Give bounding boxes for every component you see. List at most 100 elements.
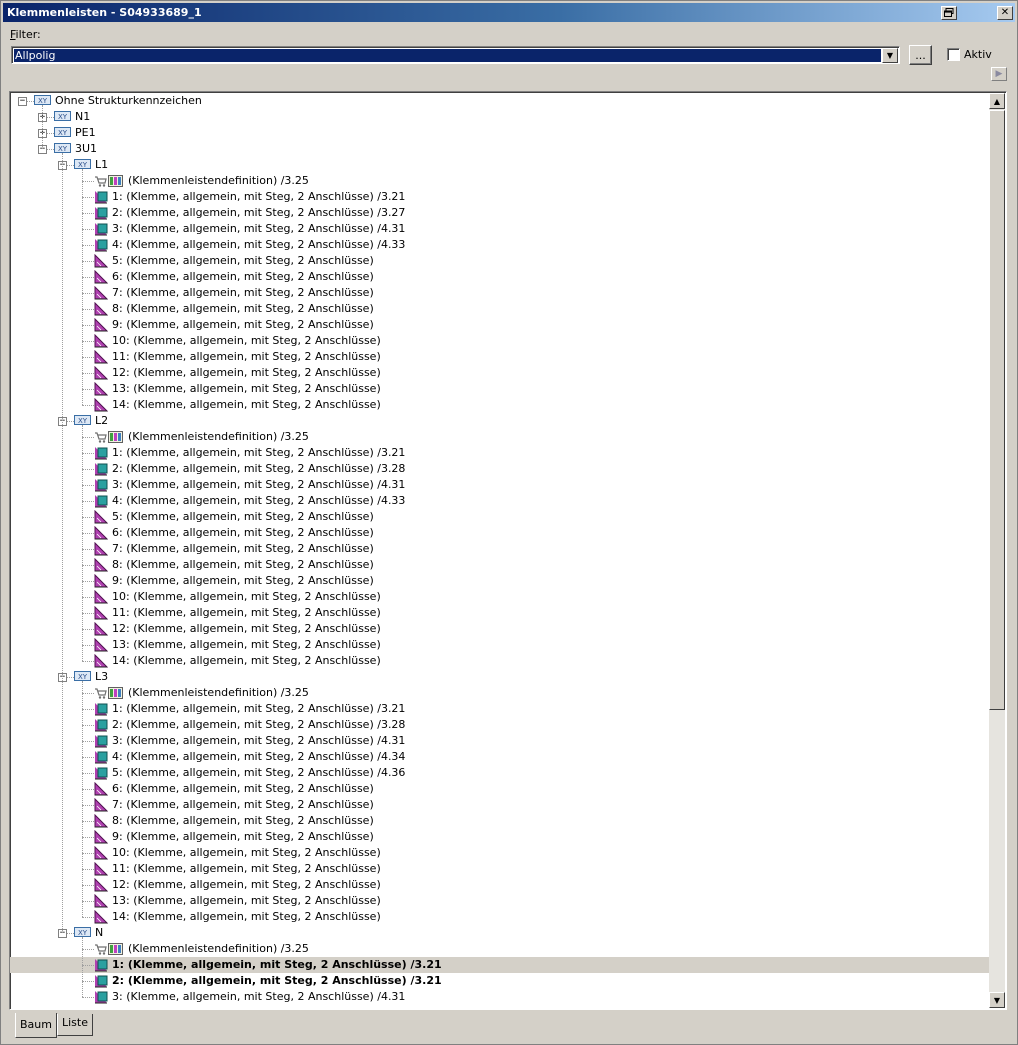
- filter-value: Allpolig: [13, 48, 882, 63]
- tree-connector: [82, 645, 94, 646]
- tree-item[interactable]: 5: (Klemme, allgemein, mit Steg, 2 Ansch…: [10, 253, 990, 269]
- tree-item[interactable]: + XY PE1: [10, 125, 990, 141]
- scroll-up-icon[interactable]: ▲: [989, 93, 1005, 109]
- tree-item[interactable]: 11: (Klemme, allgemein, mit Steg, 2 Ansc…: [10, 605, 990, 621]
- restore-icon[interactable]: [941, 5, 957, 20]
- filter-combobox[interactable]: Allpolig ▼: [11, 46, 900, 64]
- tree-item-label: (Klemmenleistendefinition) /3.25: [128, 430, 309, 443]
- tree-connector: [82, 757, 94, 758]
- tree-item[interactable]: 6: (Klemme, allgemein, mit Steg, 2 Ansch…: [10, 269, 990, 285]
- tree-item[interactable]: − XY L1: [10, 157, 990, 173]
- terminal-placed-icon: [94, 446, 108, 460]
- tree-connector: [82, 325, 94, 326]
- tree-item[interactable]: 3: (Klemme, allgemein, mit Steg, 2 Ansch…: [10, 477, 990, 493]
- tree-item[interactable]: 1: (Klemme, allgemein, mit Steg, 2 Ansch…: [10, 189, 990, 205]
- terminal-placed-icon: [94, 990, 108, 1004]
- definition-icon: [108, 174, 123, 188]
- tree-item[interactable]: 14: (Klemme, allgemein, mit Steg, 2 Ansc…: [10, 397, 990, 413]
- tree-item[interactable]: 14: (Klemme, allgemein, mit Steg, 2 Ansc…: [10, 909, 990, 925]
- title-bar[interactable]: Klemmenleisten - S04933689_1 ✕: [3, 3, 1015, 22]
- tree-item[interactable]: (Klemmenleistendefinition) /3.25: [10, 173, 990, 189]
- tree-item-label: 2: (Klemme, allgemein, mit Steg, 2 Ansch…: [112, 462, 406, 475]
- tree-item-label: 6: (Klemme, allgemein, mit Steg, 2 Ansch…: [112, 270, 374, 283]
- tree-item[interactable]: 3: (Klemme, allgemein, mit Steg, 2 Ansch…: [10, 989, 990, 1005]
- tree-item-label: 10: (Klemme, allgemein, mit Steg, 2 Ansc…: [112, 846, 381, 859]
- tree-item-label: 9: (Klemme, allgemein, mit Steg, 2 Ansch…: [112, 318, 374, 331]
- tree-item[interactable]: 8: (Klemme, allgemein, mit Steg, 2 Ansch…: [10, 301, 990, 317]
- tree-item[interactable]: 5: (Klemme, allgemein, mit Steg, 2 Ansch…: [10, 509, 990, 525]
- tree-item[interactable]: 11: (Klemme, allgemein, mit Steg, 2 Ansc…: [10, 861, 990, 877]
- tree-item[interactable]: (Klemmenleistendefinition) /3.25: [10, 685, 990, 701]
- tree-connector: [82, 549, 94, 550]
- tree-item[interactable]: 6: (Klemme, allgemein, mit Steg, 2 Ansch…: [10, 781, 990, 797]
- tree-item[interactable]: 7: (Klemme, allgemein, mit Steg, 2 Ansch…: [10, 541, 990, 557]
- tree-item[interactable]: − XY L3: [10, 669, 990, 685]
- chevron-down-icon[interactable]: ▼: [882, 48, 898, 63]
- tree-item[interactable]: (Klemmenleistendefinition) /3.25: [10, 429, 990, 445]
- tree-item[interactable]: 4: (Klemme, allgemein, mit Steg, 2 Ansch…: [10, 749, 990, 765]
- tree-item[interactable]: − XY 3U1: [10, 141, 990, 157]
- terminal-unplaced-icon: [94, 301, 109, 316]
- tree-item[interactable]: 11: (Klemme, allgemein, mit Steg, 2 Ansc…: [10, 349, 990, 365]
- tree-connector: [82, 197, 94, 198]
- vertical-scrollbar[interactable]: ▲ ▼: [989, 93, 1005, 1008]
- tree-connector: [82, 565, 94, 566]
- tree-item[interactable]: 13: (Klemme, allgemein, mit Steg, 2 Ansc…: [10, 637, 990, 653]
- tree-item-label: 5: (Klemme, allgemein, mit Steg, 2 Ansch…: [112, 510, 374, 523]
- tree-connector: [82, 425, 83, 661]
- tree-item[interactable]: 1: (Klemme, allgemein, mit Steg, 2 Ansch…: [10, 701, 990, 717]
- tab-liste[interactable]: Liste: [56, 1014, 93, 1036]
- close-icon[interactable]: ✕: [997, 5, 1013, 20]
- tree-item[interactable]: − XY N: [10, 925, 990, 941]
- scroll-down-icon[interactable]: ▼: [989, 992, 1005, 1008]
- tree-item[interactable]: (Klemmenleistendefinition) /3.25: [10, 941, 990, 957]
- tree-item[interactable]: 1: (Klemme, allgemein, mit Steg, 2 Ansch…: [10, 445, 990, 461]
- aktiv-checkbox[interactable]: [947, 48, 960, 61]
- filter-options-button[interactable]: ...: [909, 45, 932, 65]
- tree-item[interactable]: 8: (Klemme, allgemein, mit Steg, 2 Ansch…: [10, 813, 990, 829]
- terminal-unplaced-icon: [94, 589, 109, 604]
- terminal-unplaced-icon: [94, 349, 109, 364]
- tree-item[interactable]: 2: (Klemme, allgemein, mit Steg, 2 Ansch…: [10, 717, 990, 733]
- scroll-thumb[interactable]: [989, 110, 1005, 710]
- terminal-strip-tree[interactable]: − XY Ohne Strukturkennzeichen + XY N1 + XY PE1− X…: [9, 91, 1007, 1010]
- tree-item-label: 4: (Klemme, allgemein, mit Steg, 2 Ansch…: [112, 750, 406, 763]
- tree-item[interactable]: 2: (Klemme, allgemein, mit Steg, 2 Ansch…: [10, 973, 990, 989]
- tree-item[interactable]: 2: (Klemme, allgemein, mit Steg, 2 Ansch…: [10, 205, 990, 221]
- tree-item-label: 2: (Klemme, allgemein, mit Steg, 2 Ansch…: [112, 718, 406, 731]
- tree-item[interactable]: 10: (Klemme, allgemein, mit Steg, 2 Ansc…: [10, 333, 990, 349]
- arrow-right-icon[interactable]: ▶: [991, 67, 1007, 81]
- tree-item[interactable]: 4: (Klemme, allgemein, mit Steg, 2 Ansch…: [10, 493, 990, 509]
- tree-item[interactable]: 10: (Klemme, allgemein, mit Steg, 2 Ansc…: [10, 845, 990, 861]
- tree-item[interactable]: 9: (Klemme, allgemein, mit Steg, 2 Ansch…: [10, 573, 990, 589]
- tree-item[interactable]: 3: (Klemme, allgemein, mit Steg, 2 Ansch…: [10, 221, 990, 237]
- tree-item[interactable]: 14: (Klemme, allgemein, mit Steg, 2 Ansc…: [10, 653, 990, 669]
- tree-item-label: L3: [95, 670, 109, 683]
- tree-item[interactable]: 2: (Klemme, allgemein, mit Steg, 2 Ansch…: [10, 461, 990, 477]
- tree-item[interactable]: + XY N1: [10, 109, 990, 125]
- tree-connector: [82, 501, 94, 502]
- tree-item[interactable]: 10: (Klemme, allgemein, mit Steg, 2 Ansc…: [10, 589, 990, 605]
- tree-item[interactable]: 12: (Klemme, allgemein, mit Steg, 2 Ansc…: [10, 621, 990, 637]
- tree-item[interactable]: 9: (Klemme, allgemein, mit Steg, 2 Ansch…: [10, 829, 990, 845]
- tree-item[interactable]: 1: (Klemme, allgemein, mit Steg, 2 Ansch…: [10, 957, 990, 973]
- collapse-icon[interactable]: −: [18, 97, 27, 106]
- tree-item-label: 8: (Klemme, allgemein, mit Steg, 2 Ansch…: [112, 814, 374, 827]
- tree-item[interactable]: 13: (Klemme, allgemein, mit Steg, 2 Ansc…: [10, 381, 990, 397]
- tree-item[interactable]: 12: (Klemme, allgemein, mit Steg, 2 Ansc…: [10, 365, 990, 381]
- tree-item[interactable]: 9: (Klemme, allgemein, mit Steg, 2 Ansch…: [10, 317, 990, 333]
- aktiv-checkbox-group[interactable]: Aktiv: [947, 48, 992, 61]
- tree-item[interactable]: 4: (Klemme, allgemein, mit Steg, 2 Ansch…: [10, 237, 990, 253]
- tree-item[interactable]: 13: (Klemme, allgemein, mit Steg, 2 Ansc…: [10, 893, 990, 909]
- tree-item[interactable]: − XY Ohne Strukturkennzeichen: [10, 93, 990, 109]
- tree-item[interactable]: − XY L2: [10, 413, 990, 429]
- tree-item[interactable]: 7: (Klemme, allgemein, mit Steg, 2 Ansch…: [10, 797, 990, 813]
- tree-item[interactable]: 5: (Klemme, allgemein, mit Steg, 2 Ansch…: [10, 765, 990, 781]
- tree-item[interactable]: 6: (Klemme, allgemein, mit Steg, 2 Ansch…: [10, 525, 990, 541]
- tree-item[interactable]: 12: (Klemme, allgemein, mit Steg, 2 Ansc…: [10, 877, 990, 893]
- tab-baum[interactable]: Baum: [15, 1013, 57, 1038]
- tree-item-label: 8: (Klemme, allgemein, mit Steg, 2 Ansch…: [112, 558, 374, 571]
- tree-item[interactable]: 7: (Klemme, allgemein, mit Steg, 2 Ansch…: [10, 285, 990, 301]
- tree-item[interactable]: 3: (Klemme, allgemein, mit Steg, 2 Ansch…: [10, 733, 990, 749]
- tree-item[interactable]: 8: (Klemme, allgemein, mit Steg, 2 Ansch…: [10, 557, 990, 573]
